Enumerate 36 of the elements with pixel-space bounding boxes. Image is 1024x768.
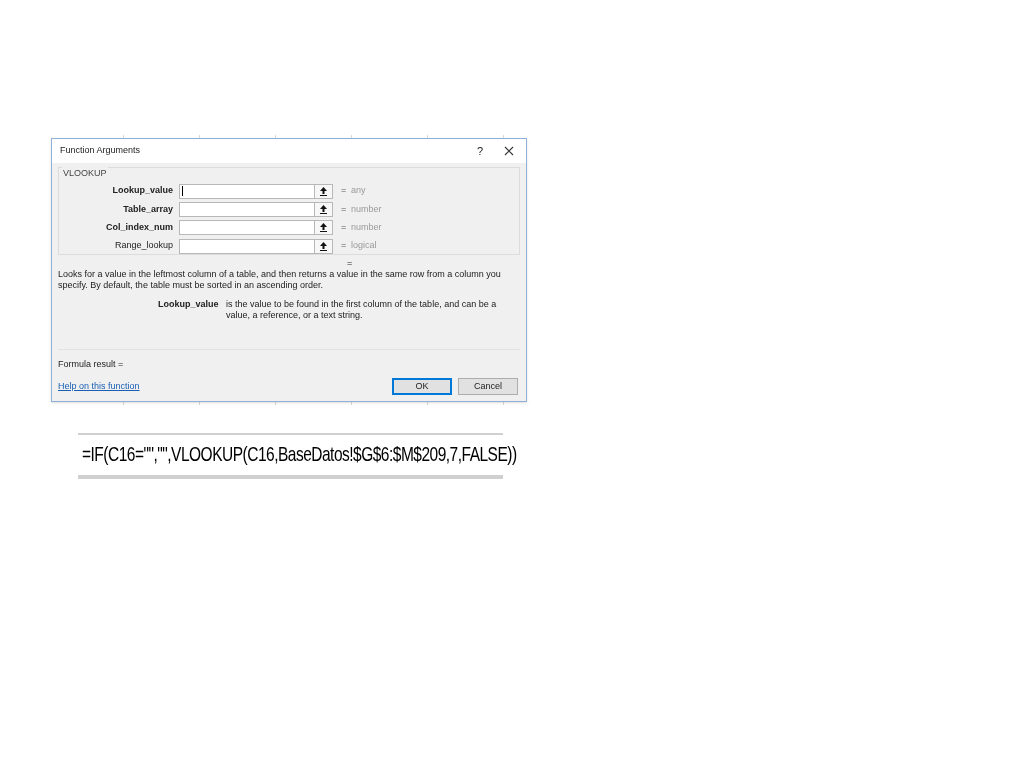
argument-label: Range_lookup [113,239,174,253]
collapse-button[interactable] [315,201,333,217]
function-description: Looks for a value in the leftmost column of a table, and then returns a value in the same row from a column you specify. By default, the table must be sorted in an ascending order. [58,269,502,291]
equals-sign: = [340,202,348,216]
window-title: Function Arguments [60,144,142,158]
up-arrow-icon [320,241,327,251]
up-arrow-icon [320,204,327,214]
help-link[interactable]: Help on this function [58,379,392,394]
argument-label: Table_array [122,202,174,216]
help-button[interactable]: ? [468,142,492,160]
equals-sign: = [340,221,348,234]
argument-field[interactable] [179,201,315,217]
equals-sign: = [340,184,348,198]
argument-label: Col_index_num [105,221,174,234]
ok-button[interactable]: OK [392,378,452,395]
formula-result-label: Formula result = [58,359,124,369]
argument-name: Lookup_value [158,299,220,311]
argument-type: any [351,184,366,198]
close-icon[interactable] [504,146,514,156]
argument-type: number [351,221,382,234]
argument-field[interactable] [179,238,315,254]
up-arrow-icon [320,223,327,233]
argument-description: is the value to be found in the first column of the table, and can be a value, a reference, or a text string. [226,299,498,321]
cancel-button[interactable]: Cancel [458,378,518,395]
argument-type: number [351,202,382,216]
argument-field[interactable] [179,183,315,199]
equals-sign: = [340,239,348,253]
up-arrow-icon [320,186,327,196]
argument-label: Lookup_value [111,184,174,198]
collapse-button[interactable] [315,220,333,236]
formula-text: =IF(C16="","",VLOOKUP(C16,BaseDatos!$G$6:$M$209,7,FALSE)) [81,443,517,468]
equals-sign: = [347,258,353,268]
argument-field[interactable] [179,220,315,236]
collapse-button[interactable] [315,238,333,254]
argument-type: logical [351,239,377,253]
collapse-button[interactable] [315,183,333,199]
